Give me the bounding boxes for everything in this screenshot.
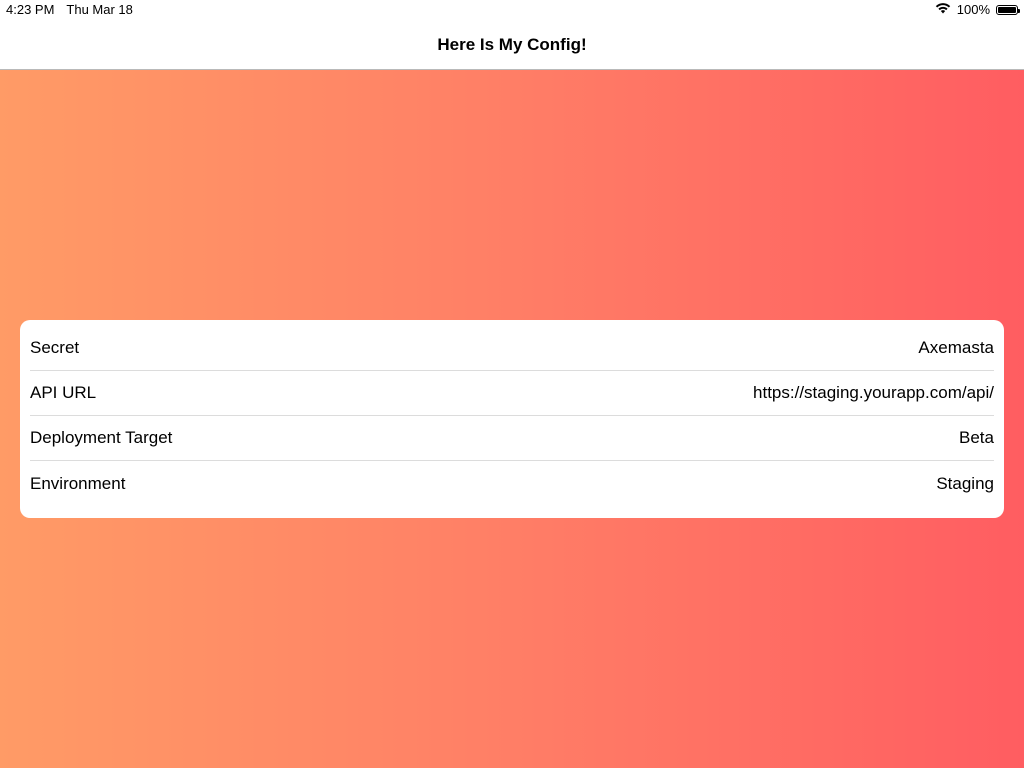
config-row-secret: Secret Axemasta — [30, 326, 994, 371]
battery-level — [998, 6, 1016, 13]
config-value: https://staging.yourapp.com/api/ — [753, 383, 994, 402]
config-card: Secret Axemasta API URL https://staging.… — [20, 320, 1004, 518]
config-value: Staging — [936, 473, 994, 493]
battery-percent: 100% — [956, 2, 990, 17]
config-row-environment: Environment Staging — [30, 461, 994, 506]
page-title: Here Is My Config! — [437, 35, 587, 54]
wifi-icon — [935, 2, 951, 17]
status-time: 4:23 PM — [6, 2, 55, 17]
navigation-bar: 4:23 PM Thu Mar 18 100% Here Is My Confi… — [0, 0, 1024, 70]
config-value: Axemasta — [918, 338, 994, 357]
config-row-api-url: API URL https://staging.yourapp.com/api/ — [30, 371, 994, 416]
config-label: API URL — [30, 383, 97, 402]
config-row-deployment-target: Deployment Target Beta — [30, 416, 994, 461]
config-label: Secret — [30, 338, 80, 357]
config-value: Beta — [959, 428, 994, 447]
status-date: Thu Mar 18 — [66, 2, 133, 17]
config-label: Environment — [30, 473, 126, 493]
status-bar-left: 4:23 PM Thu Mar 18 — [6, 2, 133, 17]
status-bar-right: 100% — [935, 2, 1020, 17]
config-label: Deployment Target — [30, 428, 173, 447]
battery-icon — [996, 4, 1020, 15]
